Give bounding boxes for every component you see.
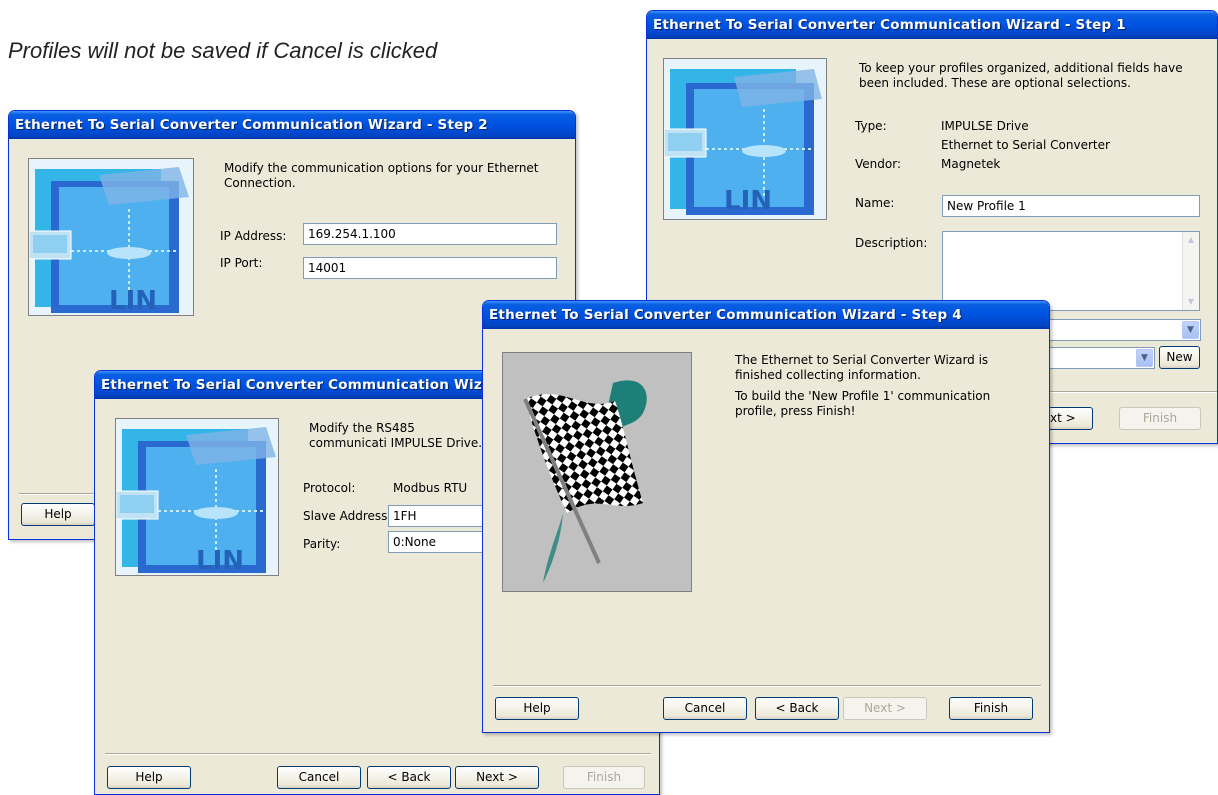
- back-button[interactable]: < Back: [755, 697, 839, 720]
- slave-address-label: Slave Address:: [303, 509, 392, 523]
- svg-text:LIN: LIN: [724, 186, 772, 216]
- name-field[interactable]: New Profile 1: [942, 195, 1200, 217]
- button-separator: [1047, 391, 1217, 393]
- new-button[interactable]: New: [1159, 346, 1200, 369]
- ip-port-label: IP Port:: [220, 256, 263, 270]
- svg-text:LIN: LIN: [196, 546, 244, 576]
- network-illustration-icon: LIN: [663, 58, 827, 220]
- help-button[interactable]: Help: [107, 766, 191, 789]
- description-label: Description:: [855, 236, 928, 250]
- type-value-2: Ethernet to Serial Converter: [941, 138, 1110, 152]
- finish-button[interactable]: Finish: [1119, 407, 1201, 430]
- slave-address-field[interactable]: 1FH: [388, 505, 488, 527]
- type-value-1: IMPULSE Drive: [941, 119, 1029, 133]
- ip-address-field[interactable]: 169.254.1.100: [303, 223, 557, 245]
- scroll-up-icon[interactable]: ▲: [1183, 232, 1199, 248]
- window-title-step4: Ethernet To Serial Converter Communicati…: [483, 301, 1049, 329]
- description-scrollbar[interactable]: ▲ ▼: [1182, 232, 1199, 310]
- ip-address-label: IP Address:: [220, 229, 287, 243]
- next-button[interactable]: Next >: [455, 766, 539, 789]
- wizard-step4-window: Ethernet To Serial Converter Communicati…: [482, 300, 1050, 733]
- help-button[interactable]: Help: [495, 697, 579, 720]
- button-separator: [493, 685, 1041, 687]
- button-separator: [19, 493, 99, 495]
- vendor-value: Magnetek: [941, 157, 1001, 171]
- next-button[interactable]: xt >: [1045, 407, 1093, 430]
- vendor-label: Vendor:: [855, 157, 901, 171]
- protocol-value: Modbus RTU: [393, 481, 468, 495]
- caption-text: Profiles will not be saved if Cancel is …: [8, 38, 438, 63]
- finished-message: The Ethernet to Serial Converter Wizard …: [735, 353, 989, 382]
- step3-intro-text: Modify the RS485 communicati IMPULSE Dri…: [309, 421, 483, 450]
- scroll-down-icon[interactable]: ▼: [1183, 294, 1199, 310]
- next-button[interactable]: Next >: [843, 697, 927, 720]
- step1-intro-text: To keep your profiles organized, additio…: [859, 61, 1183, 90]
- parity-select[interactable]: 0:None: [388, 531, 488, 553]
- cancel-button[interactable]: Cancel: [663, 697, 747, 720]
- svg-text:LIN: LIN: [109, 286, 157, 316]
- back-button[interactable]: < Back: [367, 766, 451, 789]
- finish-button[interactable]: Finish: [563, 766, 645, 789]
- category-combo-2[interactable]: ▼: [1047, 347, 1155, 369]
- description-field[interactable]: ▲ ▼: [942, 231, 1200, 311]
- window-title-step2: Ethernet To Serial Converter Communicati…: [9, 111, 575, 139]
- finish-instruction: To build the 'New Profile 1' communicati…: [735, 389, 991, 418]
- network-illustration-icon: LIN: [28, 158, 194, 316]
- step2-intro-text: Modify the communication options for you…: [224, 161, 539, 190]
- name-label: Name:: [855, 196, 895, 210]
- category-combo-1[interactable]: ▼: [1047, 319, 1201, 341]
- cancel-button[interactable]: Cancel: [277, 766, 361, 789]
- help-button[interactable]: Help: [21, 503, 95, 526]
- network-illustration-icon: LIN: [115, 418, 279, 576]
- type-label: Type:: [855, 119, 887, 133]
- finish-button[interactable]: Finish: [949, 697, 1033, 720]
- button-separator: [105, 753, 651, 755]
- window-title-step1: Ethernet To Serial Converter Communicati…: [647, 11, 1217, 39]
- checkered-flag-icon: [502, 352, 692, 592]
- ip-port-field[interactable]: 14001: [303, 257, 557, 279]
- chevron-down-icon[interactable]: ▼: [1136, 349, 1153, 367]
- protocol-label: Protocol:: [303, 481, 356, 495]
- chevron-down-icon[interactable]: ▼: [1182, 321, 1199, 339]
- parity-label: Parity:: [303, 537, 341, 551]
